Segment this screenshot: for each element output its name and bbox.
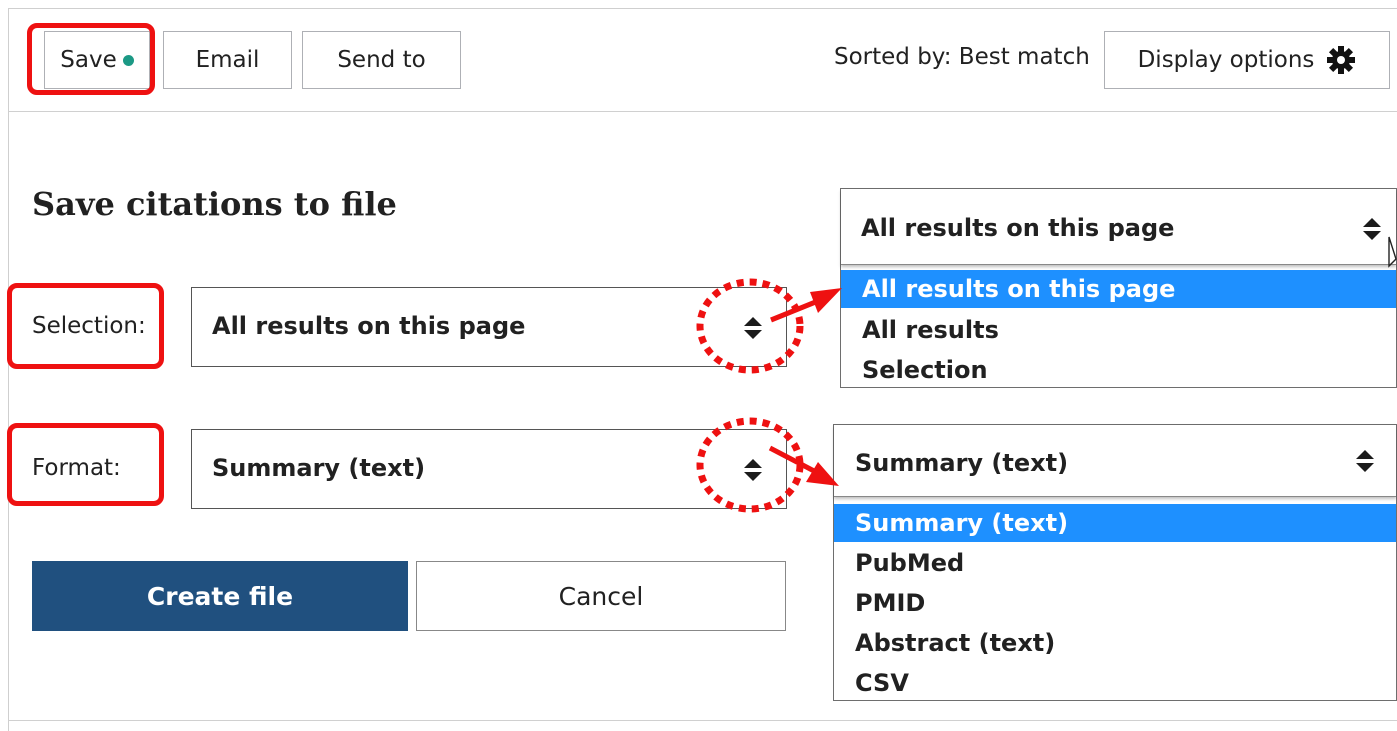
annotation-arrow — [768, 445, 818, 475]
annotation-arrow — [770, 298, 819, 323]
annotation-arrowhead — [806, 462, 839, 486]
annotation-layer — [696, 278, 842, 513]
annotation-arrowhead — [810, 288, 842, 313]
annotation-dotted-circle — [696, 278, 804, 374]
annotation-dotted-circle — [696, 417, 804, 513]
